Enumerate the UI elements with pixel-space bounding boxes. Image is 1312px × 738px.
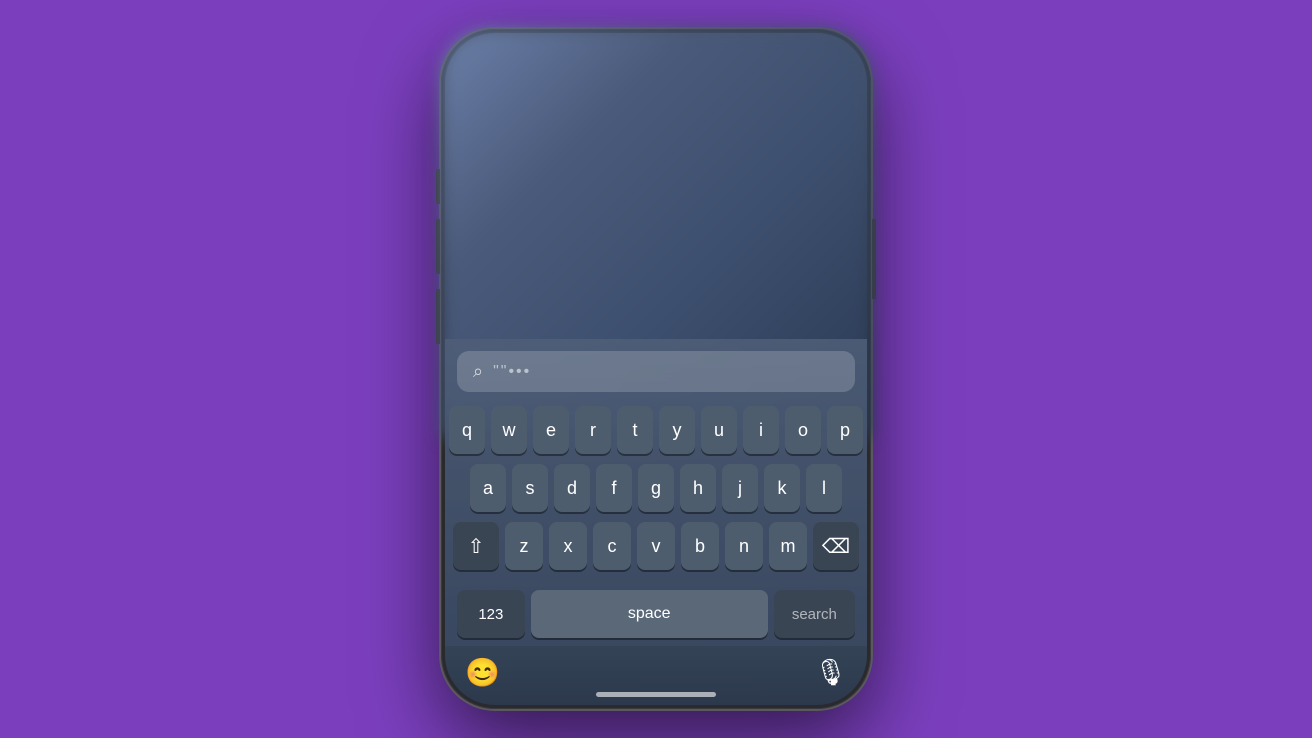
keyboard-rows: q w e r t y u i o p a s d f g <box>449 406 863 638</box>
key-p[interactable]: p <box>827 406 863 454</box>
phone-screen: ⌕ ""••• q w e r t y u i o p <box>445 33 867 705</box>
keyboard-container: ⌕ ""••• q w e r t y u i o p <box>445 339 867 646</box>
search-bar[interactable]: ⌕ ""••• <box>457 351 855 392</box>
key-b[interactable]: b <box>681 522 719 570</box>
key-r[interactable]: r <box>575 406 611 454</box>
search-input-text: ""••• <box>493 363 531 381</box>
volume-down-button[interactable] <box>436 289 440 344</box>
key-row-1: q w e r t y u i o p <box>453 406 859 454</box>
key-c[interactable]: c <box>593 522 631 570</box>
numbers-key[interactable]: 123 <box>457 590 525 638</box>
key-u[interactable]: u <box>701 406 737 454</box>
key-g[interactable]: g <box>638 464 674 512</box>
key-row-3: ⇧ z x c v b n m ⌫ <box>453 522 859 570</box>
power-button[interactable] <box>872 219 876 299</box>
key-a[interactable]: a <box>470 464 506 512</box>
key-i[interactable]: i <box>743 406 779 454</box>
search-icon: ⌕ <box>473 361 483 382</box>
mute-button[interactable] <box>436 169 440 204</box>
space-key[interactable]: space <box>531 590 768 638</box>
key-z[interactable]: z <box>505 522 543 570</box>
keyboard-toolbar: 😊 🎙 <box>445 646 867 705</box>
key-q[interactable]: q <box>449 406 485 454</box>
key-s[interactable]: s <box>512 464 548 512</box>
delete-key[interactable]: ⌫ <box>813 522 859 570</box>
key-e[interactable]: e <box>533 406 569 454</box>
key-v[interactable]: v <box>637 522 675 570</box>
key-j[interactable]: j <box>722 464 758 512</box>
phone-frame: ⌕ ""••• q w e r t y u i o p <box>441 29 871 709</box>
key-d[interactable]: d <box>554 464 590 512</box>
key-t[interactable]: t <box>617 406 653 454</box>
key-m[interactable]: m <box>769 522 807 570</box>
key-x[interactable]: x <box>549 522 587 570</box>
shift-key[interactable]: ⇧ <box>453 522 499 570</box>
key-n[interactable]: n <box>725 522 763 570</box>
key-row-bottom: 123 space search <box>453 590 859 638</box>
key-w[interactable]: w <box>491 406 527 454</box>
emoji-button[interactable]: 😊 <box>465 656 500 689</box>
mic-button[interactable]: 🎙 <box>814 657 847 688</box>
home-indicator <box>596 692 716 697</box>
key-o[interactable]: o <box>785 406 821 454</box>
key-k[interactable]: k <box>764 464 800 512</box>
volume-up-button[interactable] <box>436 219 440 274</box>
key-l[interactable]: l <box>806 464 842 512</box>
key-h[interactable]: h <box>680 464 716 512</box>
key-y[interactable]: y <box>659 406 695 454</box>
key-f[interactable]: f <box>596 464 632 512</box>
key-row-2: a s d f g h j k l <box>453 464 859 512</box>
search-key[interactable]: search <box>774 590 855 638</box>
